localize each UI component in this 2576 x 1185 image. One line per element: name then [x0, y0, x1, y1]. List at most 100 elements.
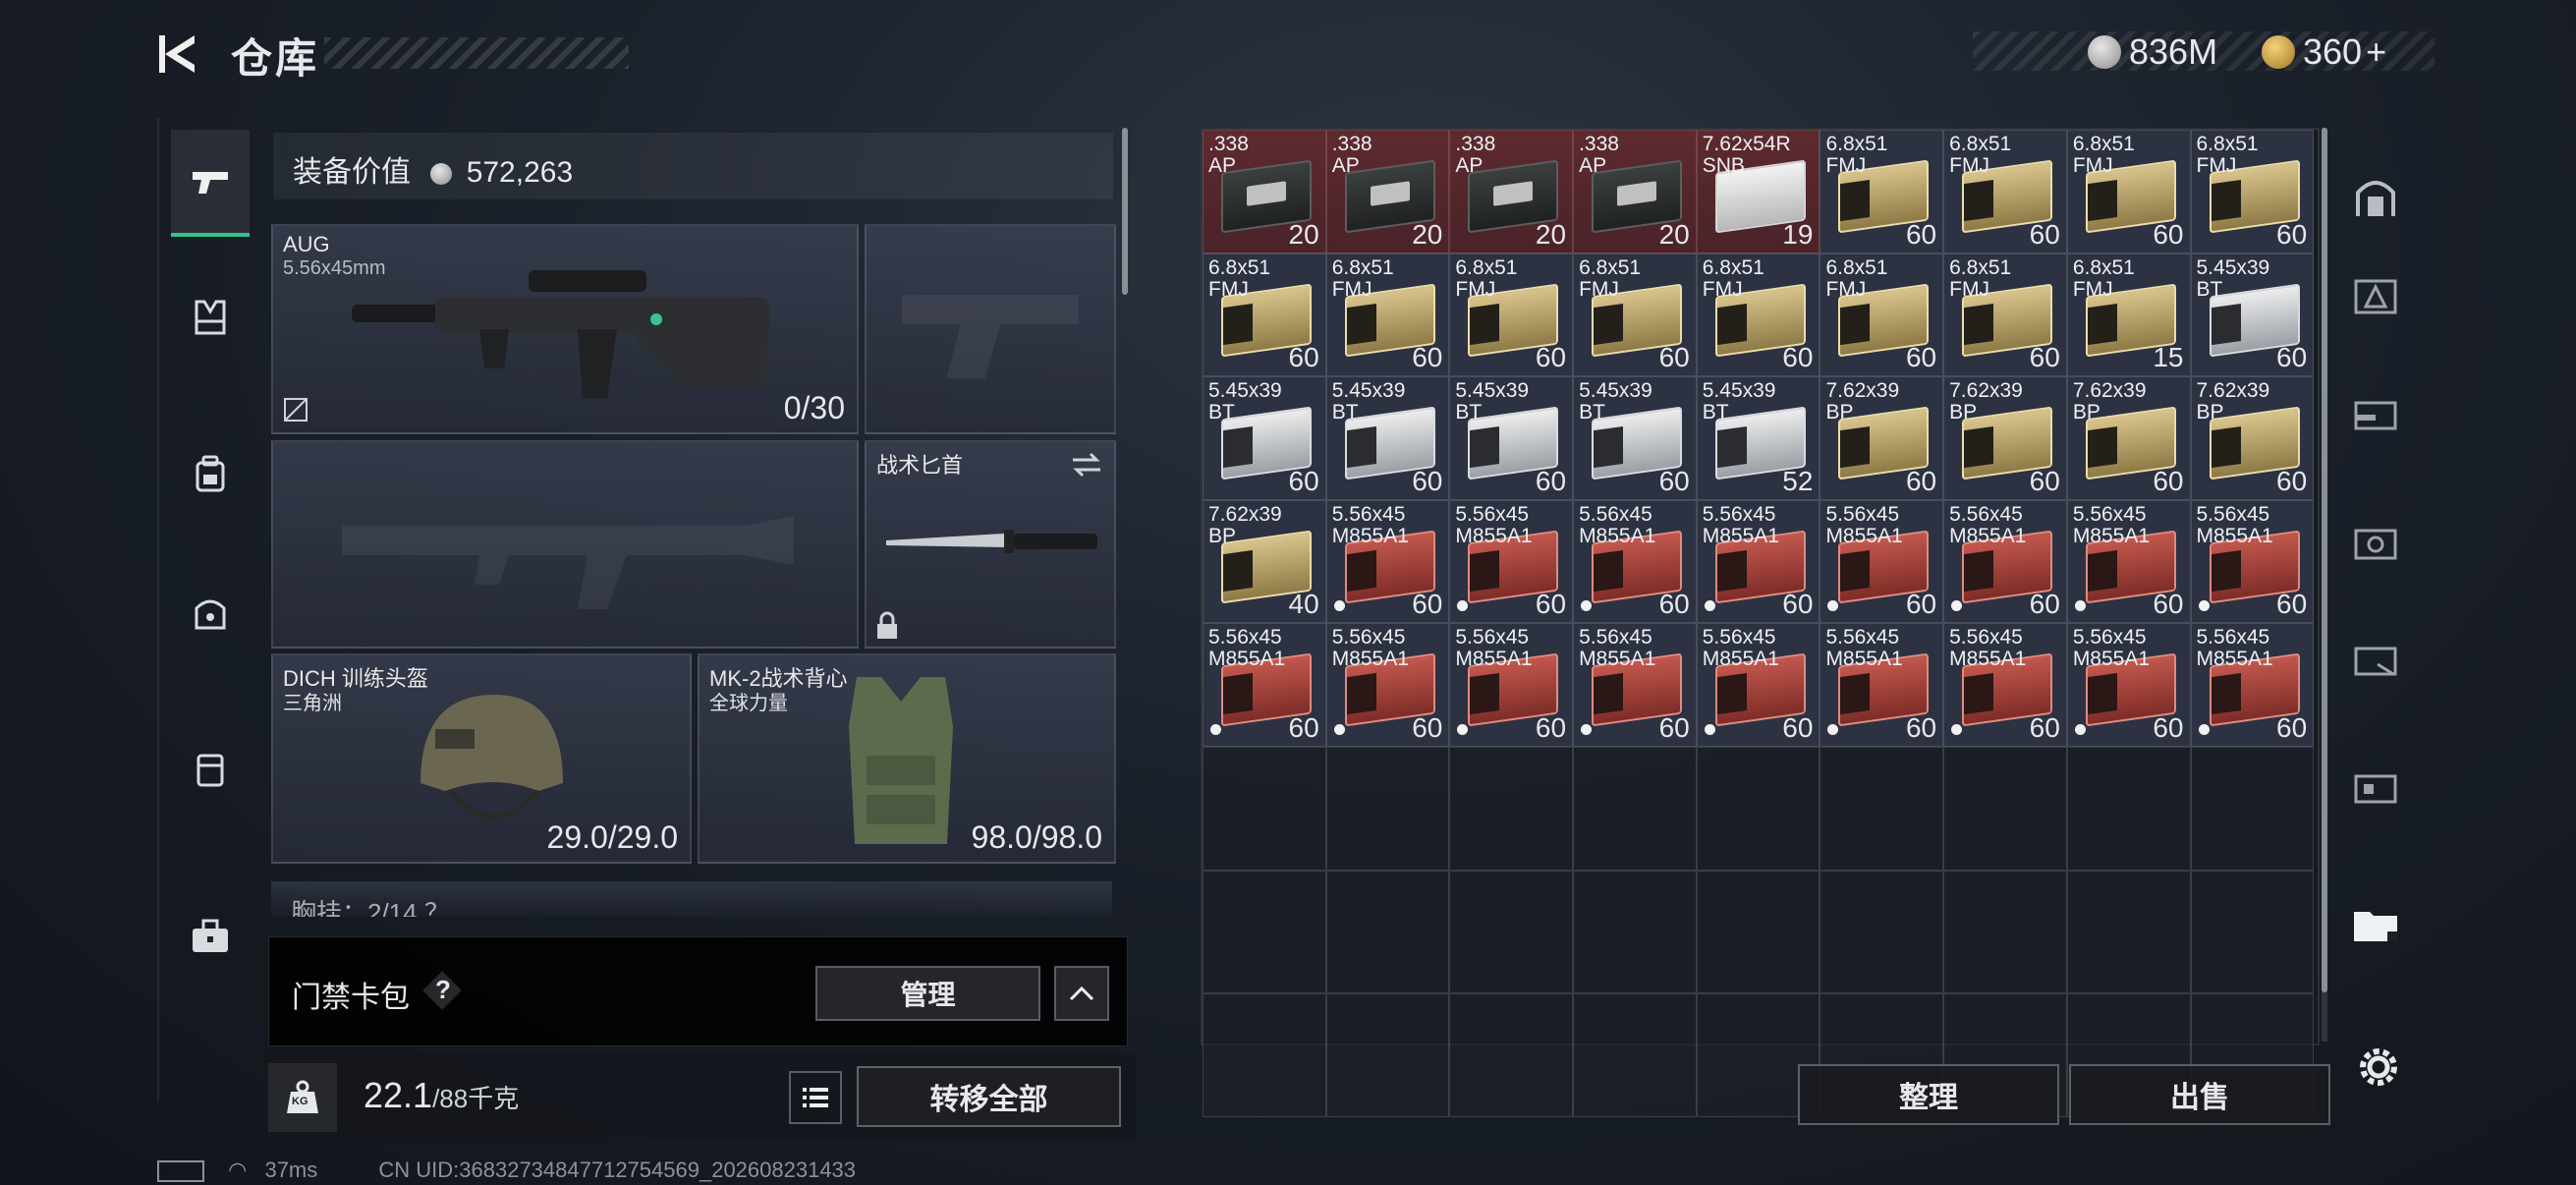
inventory-item[interactable]: 5.56x45 M855A1 60: [1943, 623, 2067, 747]
inventory-item[interactable]: .338 AP 20: [1325, 130, 1450, 254]
inventory-item[interactable]: 5.56x45 M855A1 60: [1943, 499, 2067, 624]
equipment-scrollbar[interactable]: [1122, 128, 1128, 295]
inventory-item[interactable]: 5.56x45 M855A1 60: [2066, 499, 2191, 624]
list-view-button[interactable]: [789, 1071, 842, 1124]
inventory-item[interactable]: 5.56x45 M855A1 60: [1696, 499, 1820, 624]
storage-tab-2[interactable]: [2336, 246, 2415, 344]
inventory-item[interactable]: 5.56x45 M855A1 60: [1820, 499, 1944, 624]
sell-button[interactable]: 出售: [2069, 1064, 2330, 1125]
inventory-item[interactable]: 6.8x51 FMJ 60: [1573, 253, 1697, 377]
melee-slot[interactable]: 战术匕首: [865, 440, 1116, 649]
add-currency-button[interactable]: +: [2366, 31, 2386, 72]
empty-slot[interactable]: [1820, 746, 1944, 871]
inventory-item[interactable]: 6.8x51 FMJ 60: [1820, 130, 1944, 254]
empty-slot[interactable]: [2190, 746, 2315, 871]
inventory-item[interactable]: 5.56x45 M855A1 60: [2190, 623, 2315, 747]
sort-button[interactable]: 整理: [1798, 1064, 2059, 1125]
empty-slot[interactable]: [2066, 870, 2191, 994]
inventory-item[interactable]: .338 AP 20: [1449, 130, 1574, 254]
inventory-item[interactable]: 6.8x51 FMJ 60: [1325, 253, 1450, 377]
storage-tab-5[interactable]: [2336, 609, 2415, 707]
empty-slot[interactable]: [1573, 746, 1697, 871]
manage-button[interactable]: 管理: [815, 966, 1040, 1021]
inventory-item[interactable]: 5.56x45 M855A1 60: [1449, 499, 1574, 624]
inventory-item[interactable]: 5.56x45 M855A1 60: [1573, 623, 1697, 747]
inventory-item[interactable]: 5.45x39 BT 60: [1449, 376, 1574, 500]
empty-slot[interactable]: [2190, 870, 2315, 994]
inventory-item[interactable]: 7.62x39 BP 40: [1203, 499, 1326, 624]
empty-slot[interactable]: [1820, 870, 1944, 994]
inventory-item[interactable]: 6.8x51 FMJ 60: [2066, 130, 2191, 254]
transfer-all-button[interactable]: 转移全部: [857, 1066, 1121, 1127]
inventory-item[interactable]: 5.56x45 M855A1 60: [2190, 499, 2315, 624]
empty-slot[interactable]: [1449, 993, 1574, 1117]
helmet-slot[interactable]: DICH 训练头盔 三角洲 29.0/29.0: [271, 653, 692, 864]
inventory-item[interactable]: 5.56x45 M855A1 60: [1449, 623, 1574, 747]
gold-currency[interactable]: 360 +: [2262, 31, 2386, 73]
collapse-button[interactable]: [1054, 966, 1109, 1021]
inventory-item[interactable]: 6.8x51 FMJ 60: [1696, 253, 1820, 377]
empty-slot[interactable]: [1203, 993, 1326, 1117]
empty-slot[interactable]: [1696, 746, 1820, 871]
inventory-item[interactable]: .338 AP 20: [1573, 130, 1697, 254]
inventory-item[interactable]: 5.56x45 M855A1 60: [1325, 499, 1450, 624]
inventory-item[interactable]: 7.62x54R SNB 19: [1696, 130, 1820, 254]
secondary-weapon-slot[interactable]: [865, 224, 1116, 434]
inventory-item[interactable]: 5.45x39 BT 60: [1325, 376, 1450, 500]
inventory-item[interactable]: 5.56x45 M855A1 60: [1696, 623, 1820, 747]
secondary-primary-slot[interactable]: [271, 440, 859, 649]
inventory-item[interactable]: 6.8x51 FMJ 60: [1943, 253, 2067, 377]
inventory-item[interactable]: 6.8x51 FMJ 60: [1820, 253, 1944, 377]
inventory-item[interactable]: 5.56x45 M855A1 60: [1820, 623, 1944, 747]
empty-slot[interactable]: [1449, 870, 1574, 994]
back-arrow-icon[interactable]: [155, 29, 204, 79]
inventory-item[interactable]: 5.45x39 BT 60: [1573, 376, 1697, 500]
nav-case[interactable]: [171, 717, 250, 820]
inventory-item[interactable]: 7.62x39 BP 60: [2066, 376, 2191, 500]
inventory-item[interactable]: 7.62x39 BP 60: [2190, 376, 2315, 500]
armor-slot[interactable]: MK-2战术背心 全球力量 98.0/98.0: [698, 653, 1116, 864]
inventory-item[interactable]: 6.8x51 FMJ 15: [2066, 253, 2191, 377]
nav-backpack[interactable]: [171, 423, 250, 526]
inventory-item[interactable]: 6.8x51 FMJ 60: [2190, 130, 2315, 254]
swap-icon[interactable]: [1069, 450, 1104, 480]
empty-slot[interactable]: [1943, 746, 2067, 871]
inventory-item[interactable]: 5.56x45 M855A1 60: [1573, 499, 1697, 624]
inventory-item[interactable]: 6.8x51 FMJ 60: [1203, 253, 1326, 377]
inventory-item[interactable]: 7.62x39 BP 60: [1820, 376, 1944, 500]
nav-pouch[interactable]: [171, 560, 250, 663]
nav-toolbox[interactable]: [171, 884, 250, 988]
inventory-item[interactable]: 5.45x39 BT 60: [2190, 253, 2315, 377]
empty-slot[interactable]: [2066, 746, 2191, 871]
inventory-item[interactable]: 6.8x51 FMJ 60: [1449, 253, 1574, 377]
chest-rig-slot-partial[interactable]: 胸挂：2/14 ？: [271, 881, 1112, 917]
empty-slot[interactable]: [1325, 993, 1450, 1117]
help-icon[interactable]: ?: [422, 971, 462, 1010]
storage-tab-7-active[interactable]: [2336, 875, 2415, 973]
empty-slot[interactable]: [1449, 746, 1574, 871]
inventory-item[interactable]: 5.56x45 M855A1 60: [2066, 623, 2191, 747]
empty-slot[interactable]: [1203, 870, 1326, 994]
empty-slot[interactable]: [1573, 870, 1697, 994]
primary-weapon-slot[interactable]: AUG 5.56x45mm 0/30: [271, 224, 859, 434]
inventory-item[interactable]: 5.56x45 M855A1 60: [1203, 623, 1326, 747]
empty-slot[interactable]: [1325, 870, 1450, 994]
storage-tab-1[interactable]: [2336, 147, 2415, 246]
storage-tab-4[interactable]: [2336, 491, 2415, 590]
nav-chest-rig[interactable]: [171, 265, 250, 368]
inventory-item[interactable]: .338 AP 20: [1203, 130, 1326, 254]
empty-slot[interactable]: [1325, 746, 1450, 871]
empty-slot[interactable]: [1203, 746, 1326, 871]
inventory-item[interactable]: 7.62x39 BP 60: [1943, 376, 2067, 500]
inventory-item[interactable]: 6.8x51 FMJ 60: [1943, 130, 2067, 254]
inventory-item[interactable]: 5.45x39 BT 52: [1696, 376, 1820, 500]
inventory-item[interactable]: 5.56x45 M855A1 60: [1325, 623, 1450, 747]
settings-gear-icon[interactable]: [2355, 1044, 2402, 1091]
empty-slot[interactable]: [1573, 993, 1697, 1117]
inventory-item[interactable]: 5.45x39 BT 60: [1203, 376, 1326, 500]
storage-scrollbar[interactable]: [2322, 128, 2327, 992]
storage-tab-3[interactable]: [2336, 364, 2415, 462]
nav-weapons[interactable]: [171, 130, 250, 237]
empty-slot[interactable]: [1696, 870, 1820, 994]
empty-slot[interactable]: [1943, 870, 2067, 994]
